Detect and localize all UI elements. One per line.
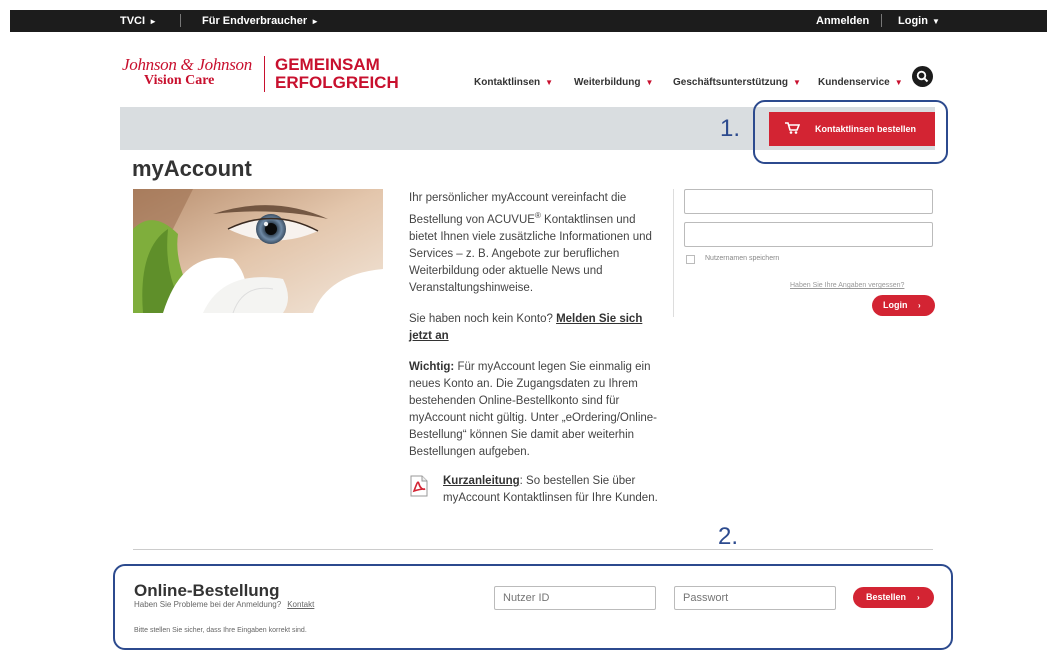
chevron-right-icon: › bbox=[917, 593, 920, 602]
user-id-input[interactable] bbox=[494, 586, 656, 610]
caret-down-icon: ▼ bbox=[793, 78, 801, 87]
remember-username-label: Nutzernamen speichern bbox=[705, 255, 780, 262]
no-account-text: Sie haben noch kein Konto? bbox=[409, 312, 557, 325]
caret-down-icon: ▼ bbox=[931, 17, 940, 26]
username-input[interactable] bbox=[684, 189, 933, 214]
important-label: Wichtig: bbox=[409, 360, 455, 373]
contact-link[interactable]: Kontakt bbox=[287, 600, 314, 609]
online-order-help: Haben Sie Probleme bei der Anmeldung? Kon… bbox=[134, 600, 314, 609]
tagline-line-2: ERFOLGREICH bbox=[275, 73, 399, 92]
nav-item-geschaeftsunterstuetzung[interactable]: Geschäftsunterstützung ▼ bbox=[673, 77, 801, 88]
quick-guide-text: Kurzanleitung: So bestellen Sie über myA… bbox=[409, 473, 664, 507]
caret-down-icon: ▼ bbox=[545, 78, 554, 87]
help-text: Haben Sie Probleme bei der Anmeldung? bbox=[134, 600, 282, 609]
consumers-link[interactable]: Für Endverbraucher ► bbox=[202, 15, 319, 27]
online-order-note: Bitte stellen Sie sicher, dass Ihre Eing… bbox=[134, 627, 307, 634]
search-button[interactable] bbox=[912, 66, 933, 87]
forgot-credentials-link[interactable]: Haben Sie Ihre Angaben vergessen? bbox=[790, 282, 904, 289]
nav-item-kundenservice[interactable]: Kundenservice ▼ bbox=[818, 77, 903, 88]
logo-divider bbox=[264, 56, 265, 92]
consumers-label: Für Endverbraucher bbox=[202, 15, 308, 27]
nav-label: Kundenservice bbox=[818, 77, 890, 88]
nav-label: Weiterbildung bbox=[574, 77, 641, 88]
register-link[interactable]: Anmelden bbox=[816, 15, 869, 27]
login-divider bbox=[673, 189, 674, 317]
order-submit-button[interactable]: Bestellen › bbox=[853, 587, 934, 608]
order-submit-label: Bestellen bbox=[866, 592, 907, 602]
login-menu-label: Login bbox=[898, 15, 928, 27]
pdf-icon[interactable] bbox=[409, 475, 429, 497]
top-bar: TVCI ► Für Endverbraucher ► Anmelden Login… bbox=[0, 0, 1047, 33]
quick-guide-link[interactable]: Kurzanleitung bbox=[443, 475, 520, 487]
section-divider bbox=[133, 549, 933, 550]
annotation-number-2: 2. bbox=[718, 523, 739, 550]
eye-flower-image bbox=[133, 189, 383, 313]
intro-text: Ihr persönlicher myAccount vereinfacht d… bbox=[409, 190, 659, 475]
intro-paragraph-1: Ihr persönlicher myAccount vereinfacht d… bbox=[409, 190, 659, 297]
password-input[interactable] bbox=[684, 222, 933, 247]
tvci-label: TVCI bbox=[120, 15, 146, 27]
nav-item-kontaktlinsen[interactable]: Kontaktlinsen ▼ bbox=[474, 77, 553, 88]
search-icon bbox=[916, 70, 929, 83]
intro-paragraph-2: Sie haben noch kein Konto? Melden Sie si… bbox=[409, 311, 659, 345]
nav-item-weiterbildung[interactable]: Weiterbildung ▼ bbox=[574, 77, 653, 88]
brand-logo[interactable]: Johnson & Johnson Vision Care bbox=[122, 56, 252, 88]
caret-down-icon: ▼ bbox=[645, 78, 654, 87]
topbar-separator bbox=[881, 14, 882, 27]
annotation-box-1 bbox=[753, 100, 948, 164]
order-password-input[interactable] bbox=[674, 586, 836, 610]
chevron-right-icon: ► bbox=[149, 17, 157, 26]
logo-subtitle: Vision Care bbox=[144, 73, 215, 88]
nav-label: Kontaktlinsen bbox=[474, 77, 541, 88]
top-bar-inner: TVCI ► Für Endverbraucher ► Anmelden Login… bbox=[10, 10, 1047, 32]
login-button-label: Login bbox=[883, 300, 908, 310]
tvci-link[interactable]: TVCI ► bbox=[120, 15, 157, 27]
login-menu-link[interactable]: Login ▼ bbox=[898, 15, 940, 27]
online-order-title: Online-Bestellung bbox=[134, 581, 280, 600]
tagline: GEMEINSAM ERFOLGREICH bbox=[275, 56, 399, 92]
hero-image bbox=[133, 189, 383, 313]
register-label: Anmelden bbox=[816, 15, 870, 27]
page-title: myAccount bbox=[132, 156, 252, 181]
annotation-number-1: 1. bbox=[720, 115, 741, 142]
important-text: Für myAccount legen Sie einmalig ein neu… bbox=[409, 360, 657, 458]
login-button[interactable]: Login › bbox=[872, 295, 935, 316]
chevron-right-icon: ► bbox=[311, 17, 320, 26]
remember-username-checkbox[interactable] bbox=[686, 255, 695, 264]
chevron-right-icon: › bbox=[918, 301, 921, 310]
topbar-separator bbox=[180, 14, 181, 27]
caret-down-icon: ▼ bbox=[894, 78, 903, 87]
tagline-line-1: GEMEINSAM bbox=[275, 55, 380, 74]
nav-label: Geschäftsunterstützung bbox=[673, 77, 789, 88]
logo-brand-name: Johnson & Johnson bbox=[122, 55, 252, 74]
intro-paragraph-3: Wichtig: Für myAccount legen Sie einmali… bbox=[409, 359, 659, 461]
quick-guide-row: Kurzanleitung: So bestellen Sie über myA… bbox=[409, 473, 664, 507]
